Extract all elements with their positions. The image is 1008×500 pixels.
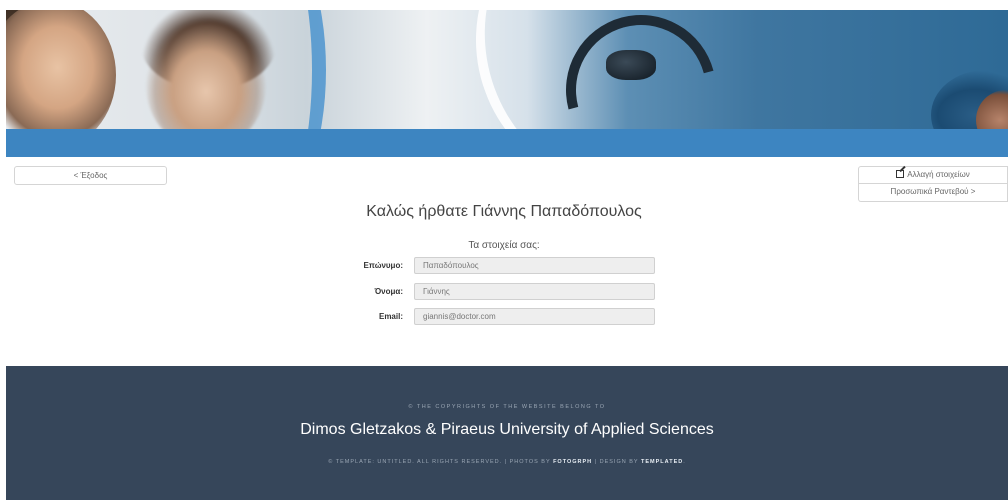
banner-arc-decoration (216, 10, 326, 129)
edit-details-button[interactable]: Αλλαγή στοιχείων (858, 166, 1008, 184)
email-label: Email: (378, 312, 403, 321)
surname-label: Επώνυμο: (363, 261, 403, 270)
edit-icon (896, 170, 905, 178)
template-credits: © Template: Untitled. All rights reserve… (6, 459, 1008, 465)
footer: © The copyrights of the website belong t… (6, 366, 1008, 500)
details-subtitle: Τα στοιχεία σας: (468, 240, 540, 251)
credits-end: . (683, 459, 686, 465)
design-text: | Design by (592, 459, 642, 465)
template-text: © Template: Untitled. All rights reserve… (328, 459, 554, 465)
design-by-link[interactable]: Templated (641, 459, 683, 465)
photos-by-link[interactable]: Fotogrph (553, 459, 592, 465)
copyright-note: © The copyrights of the website belong t… (408, 404, 606, 410)
header-banner-image (6, 10, 1008, 129)
copyright-owners: Dimos Gletzakos & Piraeus University of … (300, 421, 714, 438)
header-nav-bar (6, 129, 1008, 157)
personal-appointments-button[interactable]: Προσωπικά Ραντεβού > (858, 184, 1008, 202)
firstname-field[interactable]: Γιάννης (414, 283, 655, 300)
banner-stethoscope-head (606, 50, 656, 80)
surname-row: Επώνυμο: Παπαδόπουλος (340, 257, 660, 274)
edit-details-label: Αλλαγή στοιχείων (907, 170, 970, 179)
firstname-row: Όνομα: Γιάννης (340, 283, 660, 300)
firstname-label: Όνομα: (374, 287, 403, 296)
banner-woman-face (6, 10, 116, 129)
surname-field[interactable]: Παπαδόπουλος (414, 257, 655, 274)
logout-button[interactable]: < Έξοδος (14, 166, 167, 185)
email-row: Email: giannis@doctor.com (340, 308, 660, 325)
welcome-heading: Καλώς ήρθατε Γιάννης Παπαδόπουλος (366, 203, 642, 220)
email-field[interactable]: giannis@doctor.com (414, 308, 655, 325)
